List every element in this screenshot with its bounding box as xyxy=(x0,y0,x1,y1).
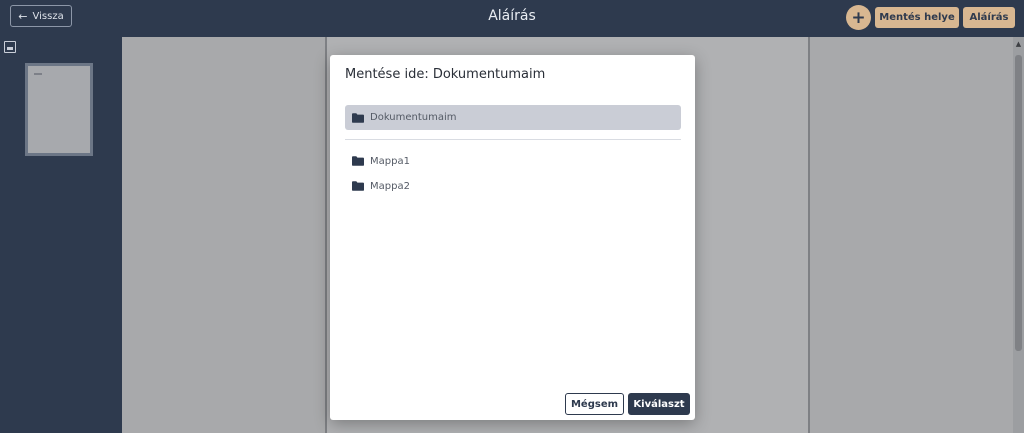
folder-item-dokumentumaim[interactable]: Dokumentumaim xyxy=(345,105,681,130)
scroll-thumb[interactable] xyxy=(1015,55,1022,351)
folder-item-mappa1[interactable]: Mappa1 xyxy=(352,153,410,169)
select-button[interactable]: Kiválaszt xyxy=(628,393,690,415)
page-thumbnail[interactable] xyxy=(25,63,93,156)
folder-item-mappa2[interactable]: Mappa2 xyxy=(352,178,410,194)
cancel-button[interactable]: Mégsem xyxy=(565,393,624,415)
folder-label: Dokumentumaim xyxy=(370,112,457,123)
page-thumbnail-preview xyxy=(28,66,90,153)
vertical-scrollbar[interactable]: ▲ xyxy=(1013,37,1024,433)
sign-button[interactable]: Aláírás xyxy=(963,7,1015,28)
dialog-title: Mentése ide: Dokumentumaim xyxy=(345,67,546,82)
add-button[interactable]: + xyxy=(846,5,871,30)
top-bar: ← Vissza Aláírás + Mentés helye Aláírás xyxy=(0,0,1024,37)
folder-icon xyxy=(352,181,364,191)
folder-icon xyxy=(352,112,364,123)
save-location-button[interactable]: Mentés helye xyxy=(875,7,959,28)
save-location-dialog: Mentése ide: Dokumentumaim Dokumentumaim… xyxy=(330,55,695,420)
thumbnail-toggle-icon[interactable] xyxy=(4,41,16,53)
folder-label: Mappa2 xyxy=(370,180,410,192)
thumbnail-sidebar xyxy=(0,37,122,433)
folder-icon xyxy=(352,156,364,166)
scroll-up-icon[interactable]: ▲ xyxy=(1013,39,1024,49)
divider xyxy=(345,139,681,140)
folder-label: Mappa1 xyxy=(370,155,410,167)
